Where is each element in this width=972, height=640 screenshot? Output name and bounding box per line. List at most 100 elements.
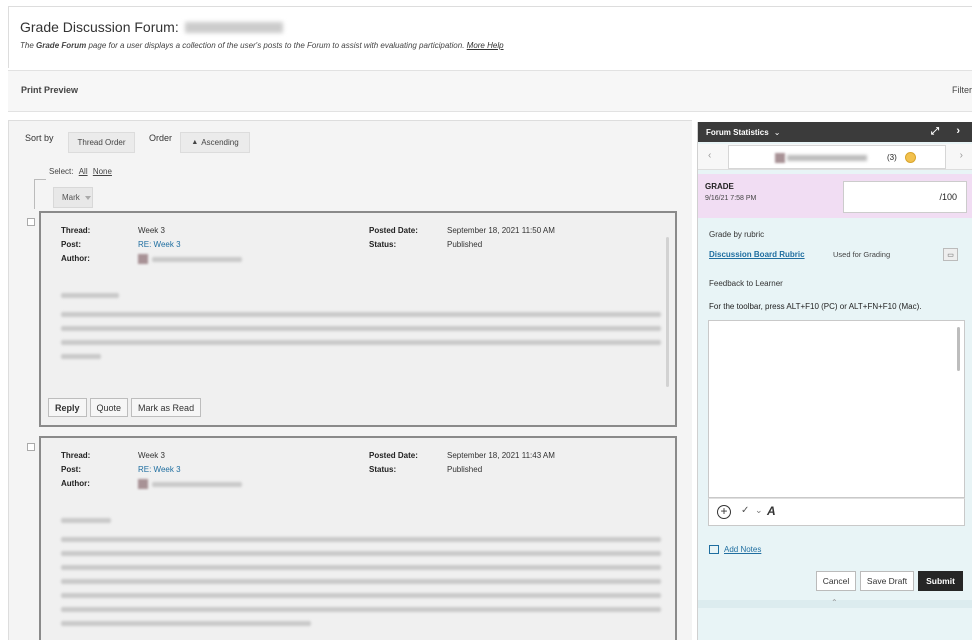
post-body-redacted [61,565,661,570]
author-avatar [138,254,148,264]
page-title: Grade Discussion Forum: [20,19,283,35]
select-label: Select: [49,167,74,176]
grade-section: GRADE 9/16/21 7:58 PM /100 [698,174,972,218]
rubric-link[interactable]: Discussion Board Rubric [709,250,805,259]
feedback-label: Feedback to Learner [709,279,783,288]
posted-date-label: Posted Date: [369,226,418,235]
rubric-view-icon[interactable]: ▭ [943,248,958,261]
post-body-redacted [61,551,661,556]
user-name-redacted [787,155,867,161]
status-label: Status: [369,465,397,474]
chevron-down-icon: ⌄ [773,127,781,137]
page-description: The Grade Forum page for a user displays… [20,41,504,50]
quote-button[interactable]: Quote [89,398,129,417]
thread-value: Week 3 [138,451,165,460]
author-label: Author: [61,479,90,488]
panel-title: Forum Statistics [706,127,769,137]
mark-as-read-button[interactable]: Mark as Read [131,398,202,417]
user-name-redacted [184,22,283,33]
expand-icon[interactable]: ⤢ [931,126,939,137]
more-help-link[interactable]: More Help [467,41,504,50]
order-value: Ascending [201,138,239,147]
mark-dropdown[interactable]: Mark [53,187,93,208]
user-selector[interactable]: (3) [728,145,946,169]
posted-date-value: September 18, 2021 11:43 AM [447,451,555,460]
sort-thread-order-button[interactable]: Thread Order [68,132,135,153]
post-actions: Reply Quote Mark as Read [48,398,204,417]
mark-bracket [34,179,46,209]
post-body-redacted [61,312,661,317]
grading-panel: Forum Statistics ⌄ ⤢ › ‹ (3) › GRADE 9/1… [697,122,972,640]
reply-button[interactable]: Reply [48,398,87,417]
select-row: Select: All None [49,167,112,176]
select-all-link[interactable]: All [79,167,88,176]
grade-input[interactable]: /100 [843,181,967,213]
editor-scrollbar[interactable] [957,327,960,371]
editor-toolbar: + ✓ ⌄ A [708,498,965,526]
page-title-text: Grade Discussion Forum: [20,19,179,35]
user-post-count: (3) [887,153,897,162]
post-label: Post: [61,465,81,474]
user-avatar [775,153,785,163]
text-format-icon[interactable]: A [767,504,776,518]
description-text-post: page for a user displays a collection of… [86,41,465,50]
add-notes-link[interactable]: Add Notes [724,545,761,554]
order-ascending-button[interactable]: ▲ Ascending [180,132,250,153]
chevron-up-icon: ⌃ [831,598,838,607]
post-body-redacted [61,593,661,598]
post-body-redacted [61,354,101,359]
rubric-note: Used for Grading [833,250,891,259]
description-text-pre: The [20,41,37,50]
post-body-redacted [61,326,661,331]
spellcheck-icon[interactable]: ✓ [741,505,749,516]
posted-date-label: Posted Date: [369,451,418,460]
collapse-bar[interactable]: ⌃ [698,598,972,608]
author-name-redacted [152,257,242,262]
add-content-icon[interactable]: + [717,505,731,519]
forum-statistics-header[interactable]: Forum Statistics ⌄ ⤢ › [698,122,972,142]
post-body-redacted [61,537,661,542]
post-link[interactable]: RE: Week 3 [138,240,181,249]
order-label: Order [149,133,173,143]
status-value: Published [447,465,483,474]
save-draft-button[interactable]: Save Draft [860,571,914,591]
thread-label: Thread: [61,451,91,460]
previous-user-icon[interactable]: ‹ [708,150,711,161]
feedback-editor[interactable] [708,320,965,498]
post-body-redacted [61,579,661,584]
cancel-button[interactable]: Cancel [816,571,856,591]
status-value: Published [447,240,483,249]
chevron-down-icon[interactable]: ⌄ [755,505,763,516]
author-label: Author: [61,254,90,263]
post-card: Thread: Week 3 Post: RE: Week 3 Author: … [39,211,677,427]
description-bold: Grade Forum [36,41,87,50]
submit-button[interactable]: Submit [918,571,963,591]
post-scrollbar[interactable] [666,237,669,387]
toolbar-hint: For the toolbar, press ALT+F10 (PC) or A… [709,302,922,311]
post-body-redacted [61,340,661,345]
page-header: Grade Discussion Forum: The Grade Forum … [8,6,972,68]
post-checkbox[interactable] [27,443,35,451]
smiley-icon [905,152,916,163]
post-link[interactable]: RE: Week 3 [138,465,181,474]
user-navigator: ‹ (3) › [698,144,972,170]
select-none-link[interactable]: None [93,167,112,176]
sort-value: Thread Order [77,138,126,147]
next-user-icon[interactable]: › [960,150,963,161]
posted-date-value: September 18, 2021 11:50 AM [447,226,555,235]
print-preview-button[interactable]: Print Preview [21,85,78,95]
grade-by-rubric-label: Grade by rubric [709,230,765,239]
grade-out-of: /100 [939,192,957,202]
author-name-redacted [152,482,242,487]
chevron-right-icon[interactable]: › [956,125,960,137]
chevron-down-icon [84,195,91,200]
filter-button[interactable]: Filter [952,85,972,95]
mark-label: Mark [62,193,80,202]
post-checkbox[interactable] [27,218,35,226]
thread-value: Week 3 [138,226,165,235]
ascending-arrow-icon: ▲ [191,139,199,146]
grade-date: 9/16/21 7:58 PM [705,195,757,202]
grade-label: GRADE [705,182,734,191]
sort-by-label: Sort by [25,133,54,143]
post-body-redacted [61,621,311,626]
